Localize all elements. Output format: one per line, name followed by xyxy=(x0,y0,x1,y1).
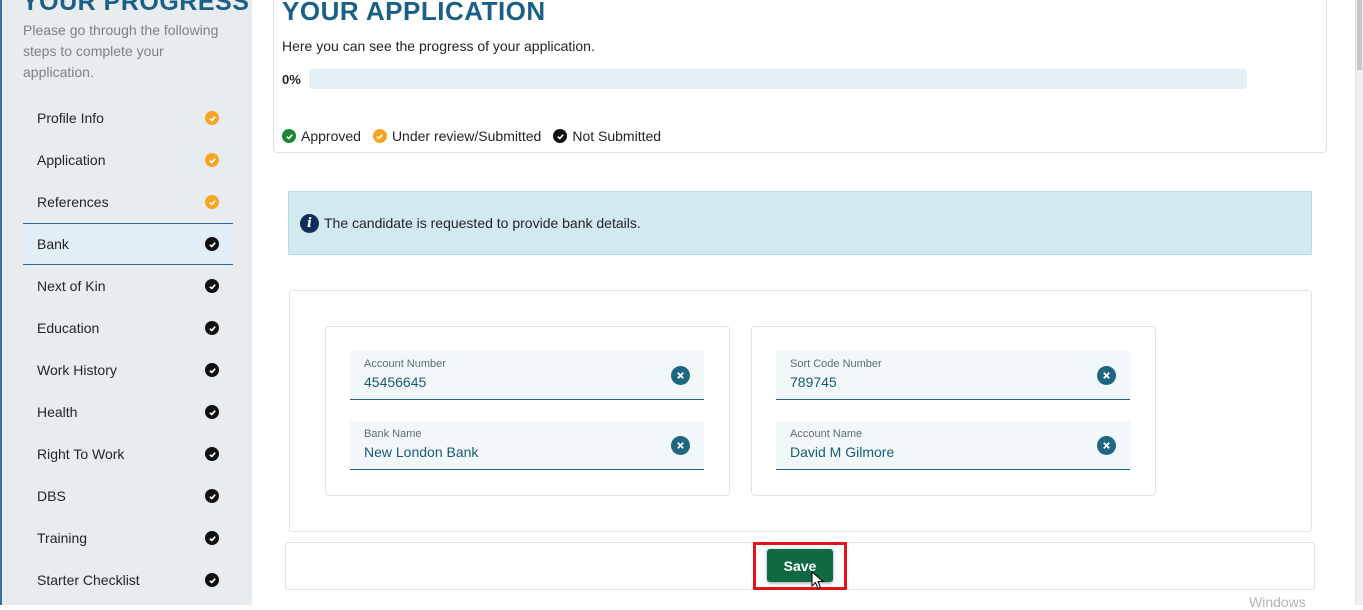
check-circle-black-icon xyxy=(205,447,219,461)
clear-icon[interactable] xyxy=(1097,366,1116,385)
bank-details-group-right: Sort Code Number Account Name xyxy=(751,326,1156,496)
check-circle-black-icon xyxy=(553,129,568,143)
clear-icon[interactable] xyxy=(1097,436,1116,455)
check-circle-orange-icon xyxy=(205,153,219,167)
check-circle-black-icon xyxy=(205,531,219,545)
page-scrollbar[interactable] xyxy=(1355,0,1363,605)
sidebar-item-education[interactable]: Education xyxy=(23,307,233,349)
legend-not-submitted: Not Submitted xyxy=(553,128,661,144)
check-circle-black-icon xyxy=(205,279,219,293)
legend-under-review: Under review/Submitted xyxy=(372,128,542,144)
check-circle-black-icon xyxy=(205,573,219,587)
sort-code-field[interactable]: Sort Code Number xyxy=(776,351,1130,400)
account-number-field[interactable]: Account Number xyxy=(350,351,704,400)
sort-code-input[interactable] xyxy=(790,374,1080,390)
info-alert: i The candidate is requested to provide … xyxy=(288,191,1312,255)
sidebar-item-label: Health xyxy=(37,404,78,420)
check-circle-black-icon xyxy=(205,405,219,419)
sidebar-item-dbs[interactable]: DBS xyxy=(23,475,233,517)
sidebar-item-references[interactable]: References xyxy=(23,181,233,223)
account-name-field[interactable]: Account Name xyxy=(776,421,1130,470)
sidebar-title: YOUR PROGRESS xyxy=(22,0,250,16)
sidebar-item-health[interactable]: Health xyxy=(23,391,233,433)
sidebar-item-starter-checklist[interactable]: Starter Checklist xyxy=(23,559,233,601)
clear-icon[interactable] xyxy=(671,366,690,385)
sidebar-item-label: Right To Work xyxy=(37,446,125,462)
info-alert-text: The candidate is requested to provide ba… xyxy=(324,215,641,231)
account-number-input[interactable] xyxy=(364,374,654,390)
account-number-label: Account Number xyxy=(364,358,446,370)
sidebar-item-next-of-kin[interactable]: Next of Kin xyxy=(23,265,233,307)
legend-approved: Approved xyxy=(282,128,361,144)
sidebar-item-work-history[interactable]: Work History xyxy=(23,349,233,391)
sidebar-item-label: Application xyxy=(37,152,106,168)
info-icon: i xyxy=(300,213,319,233)
sidebar-item-label: Education xyxy=(37,320,100,336)
status-legend: Approved Under review/Submitted Not Subm… xyxy=(282,128,673,144)
sidebar-item-right-to-work[interactable]: Right To Work xyxy=(23,433,233,475)
bank-details-form: Account Number Bank Name Sort Code Numbe… xyxy=(289,290,1312,532)
legend-not-submitted-label: Not Submitted xyxy=(572,128,662,144)
sidebar-item-label: Training xyxy=(37,530,88,546)
check-circle-black-icon xyxy=(205,237,219,251)
bank-name-input[interactable] xyxy=(364,444,654,460)
sidebar-item-label: Starter Checklist xyxy=(37,572,140,588)
sidebar-item-label: References xyxy=(37,194,109,210)
sidebar-item-label: Bank xyxy=(37,236,69,252)
bank-name-label: Bank Name xyxy=(364,428,422,440)
sidebar-description: Please go through the following steps to… xyxy=(23,22,219,80)
check-circle-black-icon xyxy=(205,489,219,503)
progress-bar xyxy=(309,69,1247,89)
scrollbar-thumb[interactable] xyxy=(1357,0,1362,70)
bank-name-field[interactable]: Bank Name xyxy=(350,421,704,470)
sidebar-item-profile-info[interactable]: Profile Info xyxy=(23,97,233,139)
bank-details-group-left: Account Number Bank Name xyxy=(325,326,730,496)
sidebar-item-bank[interactable]: Bank xyxy=(23,223,233,265)
windows-watermark: Windows xyxy=(1249,594,1306,610)
legend-approved-label: Approved xyxy=(301,128,361,144)
account-name-label: Account Name xyxy=(790,428,863,440)
mouse-cursor-icon xyxy=(811,571,825,590)
sidebar-item-label: Next of Kin xyxy=(37,278,106,294)
check-circle-orange-icon xyxy=(372,129,387,143)
check-circle-green-icon xyxy=(282,129,296,143)
check-circle-black-icon xyxy=(205,321,219,335)
progress-description: Here you can see the progress of your ap… xyxy=(282,38,595,54)
sort-code-label: Sort Code Number xyxy=(790,358,882,370)
account-name-input[interactable] xyxy=(790,444,1080,460)
progress-sidebar: YOUR PROGRESS Please go through the foll… xyxy=(0,0,252,605)
application-progress-card: YOUR APPLICATION Here you can see the pr… xyxy=(273,0,1327,153)
legend-under-review-label: Under review/Submitted xyxy=(391,128,542,144)
check-circle-orange-icon xyxy=(205,195,219,209)
sidebar-item-application[interactable]: Application xyxy=(23,139,233,181)
progress-percent: 0% xyxy=(282,72,301,87)
page-title: YOUR APPLICATION xyxy=(282,0,546,26)
sidebar-item-training[interactable]: Training xyxy=(23,517,233,559)
sidebar-item-label: Profile Info xyxy=(37,110,104,126)
check-circle-black-icon xyxy=(205,363,219,377)
sidebar-item-label: DBS xyxy=(37,488,66,504)
clear-icon[interactable] xyxy=(671,436,690,455)
sidebar-item-label: Work History xyxy=(37,362,117,378)
sidebar-steps: Profile Info Application References Bank Nex… xyxy=(23,97,233,601)
check-circle-orange-icon xyxy=(205,111,219,125)
